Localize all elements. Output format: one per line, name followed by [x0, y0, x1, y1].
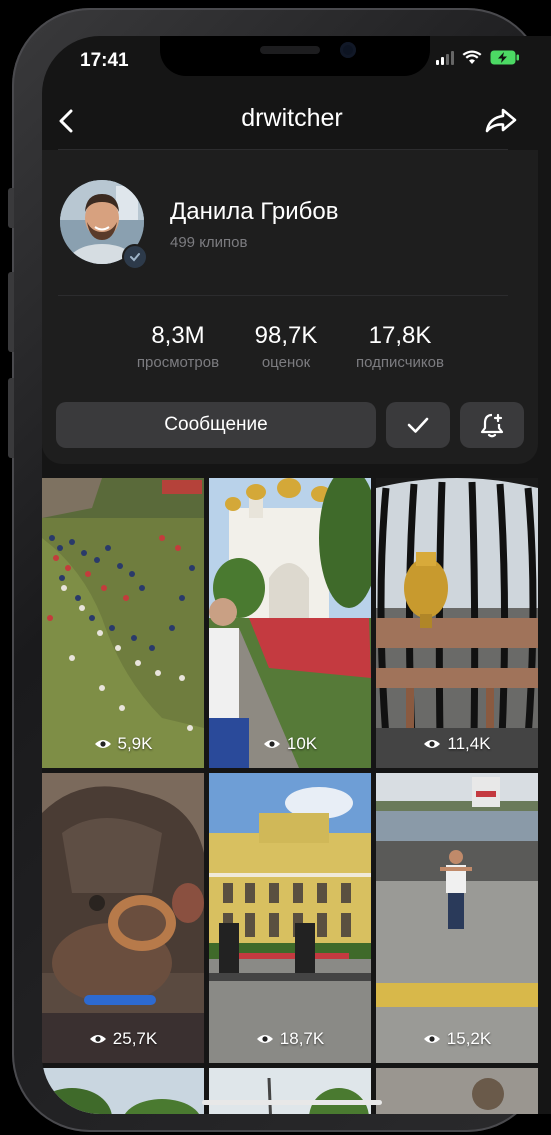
view-count-value: 18,7K: [279, 1029, 325, 1048]
eye-icon: [94, 740, 111, 748]
profile-card: Данила Грибов 499 клипов 8,3M просмотров…: [42, 150, 538, 464]
view-count: 11,4K: [376, 734, 538, 754]
clip-tile[interactable]: [42, 1068, 204, 1114]
subscribed-button[interactable]: [386, 402, 450, 448]
clip-tile[interactable]: 15,2K: [376, 773, 538, 1063]
status-icons: [436, 50, 520, 65]
share-button[interactable]: [484, 106, 518, 136]
view-count: 25,7K: [42, 1029, 204, 1049]
cellular-signal-icon: [436, 50, 454, 65]
stat-ratings: 98,7K оценок: [238, 322, 334, 371]
chevron-left-icon: [59, 109, 73, 133]
view-count: 10K: [209, 734, 371, 754]
stat-label: оценок: [261, 354, 311, 371]
stat-label: подписчиков: [356, 354, 444, 371]
view-count: 15,2K: [376, 1029, 538, 1049]
clip-thumbnail: [376, 773, 538, 1063]
notch: [160, 36, 430, 76]
mute-switch: [8, 188, 14, 228]
bell-add-icon: [480, 413, 504, 438]
back-button[interactable]: [52, 106, 82, 136]
status-time: 17:41: [80, 50, 129, 71]
eye-icon: [424, 740, 441, 748]
volume-up-button: [8, 272, 14, 352]
battery-charging-icon: [490, 50, 519, 65]
clip-thumbnail: [376, 478, 538, 768]
clip-tile[interactable]: [376, 1068, 538, 1114]
stat-views: 8,3M просмотров: [126, 322, 230, 371]
clip-thumbnail: [376, 1068, 538, 1114]
eye-icon: [423, 1035, 440, 1043]
stat-subscribers[interactable]: 17,8K подписчиков: [344, 322, 456, 371]
stat-value: 8,3M: [151, 322, 205, 349]
speaker-grille: [260, 46, 320, 54]
clip-thumbnail: [209, 478, 371, 768]
nav-header: drwitcher: [42, 96, 551, 150]
clip-thumbnail: [209, 773, 371, 1063]
clip-thumbnail: [209, 1068, 371, 1114]
message-button[interactable]: Сообщение: [56, 402, 376, 448]
verified-badge: [122, 244, 148, 270]
clip-tile[interactable]: [209, 1068, 371, 1114]
clip-tile[interactable]: 18,7K: [209, 773, 371, 1063]
clip-tile[interactable]: 25,7K: [42, 773, 204, 1063]
eye-icon: [263, 740, 280, 748]
view-count-value: 11,4K: [447, 734, 491, 753]
view-count-value: 10K: [286, 734, 318, 753]
view-count: 5,9K: [42, 734, 204, 754]
clip-tile[interactable]: 5,9K: [42, 478, 204, 768]
page-title: drwitcher: [241, 104, 343, 132]
clip-tile[interactable]: 10K: [209, 478, 371, 768]
card-divider: [58, 295, 508, 296]
wifi-icon: [462, 50, 482, 64]
eye-icon: [256, 1035, 273, 1043]
clip-thumbnail: [42, 478, 204, 768]
screen: 17:41 drwitcher Данила Грибов 499 клипов…: [42, 36, 551, 1114]
profile-name: Данила Грибов: [170, 198, 339, 225]
view-count-value: 5,9K: [117, 734, 153, 753]
stat-value: 98,7K: [254, 322, 318, 349]
volume-down-button: [8, 378, 14, 458]
view-count-value: 25,7K: [112, 1029, 158, 1048]
clip-tile[interactable]: 11,4K: [376, 478, 538, 768]
checkmark-icon: [407, 417, 429, 433]
checkmark-icon: [130, 253, 140, 262]
home-indicator[interactable]: [202, 1100, 382, 1105]
view-count: 18,7K: [209, 1029, 371, 1049]
stat-label: просмотров: [136, 354, 220, 371]
clip-thumbnail: [42, 773, 204, 1063]
stat-value: 17,8K: [368, 322, 432, 349]
view-count-value: 15,2K: [446, 1029, 492, 1048]
clip-thumbnail: [42, 1068, 204, 1114]
eye-icon: [89, 1035, 106, 1043]
share-arrow-icon: [485, 108, 517, 133]
notifications-button[interactable]: [460, 402, 524, 448]
front-camera: [340, 42, 356, 58]
clips-count: 499 клипов: [170, 234, 248, 251]
